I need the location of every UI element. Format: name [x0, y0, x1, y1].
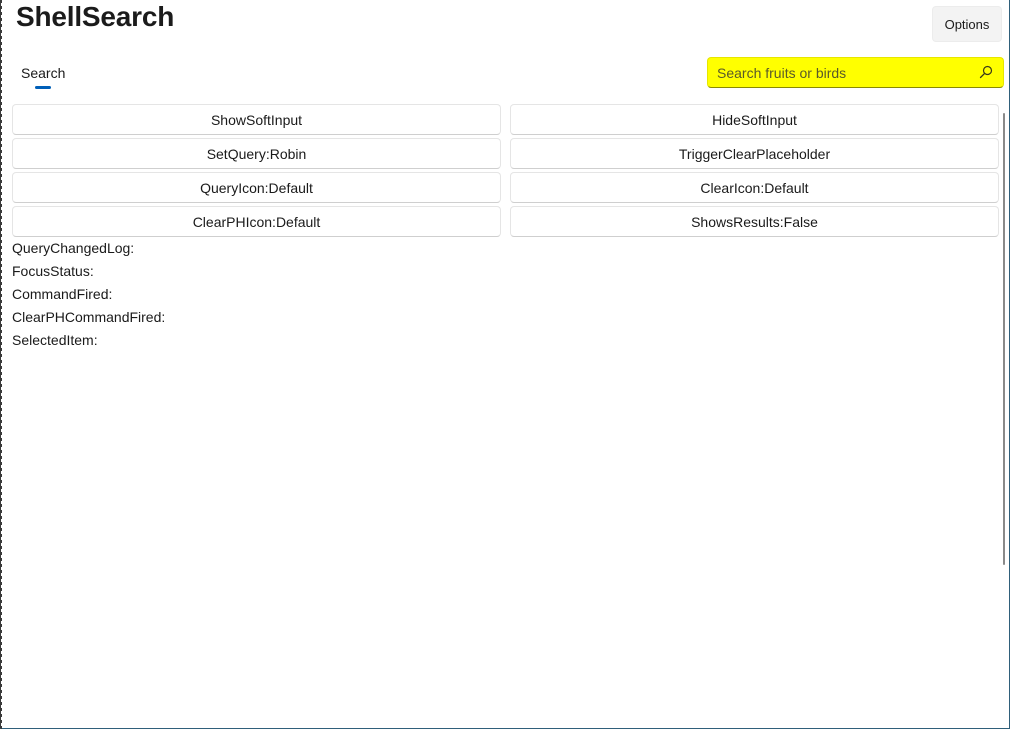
vertical-scrollbar[interactable]	[1003, 113, 1005, 565]
tab-selected-indicator	[35, 86, 51, 89]
tab-search-label: Search	[21, 65, 66, 81]
show-soft-input-button[interactable]: ShowSoftInput	[12, 104, 501, 135]
search-input[interactable]	[717, 63, 967, 83]
page-title: ShellSearch	[16, 1, 175, 32]
search-box[interactable]	[707, 57, 1004, 88]
trigger-clear-placeholder-button[interactable]: TriggerClearPlaceholder	[510, 138, 999, 169]
selected-item-log: SelectedItem:	[12, 332, 98, 348]
focus-status-log: FocusStatus:	[12, 263, 94, 279]
options-button[interactable]: Options	[932, 6, 1002, 42]
shows-results-button[interactable]: ShowsResults:False	[510, 206, 999, 237]
command-fired-log: CommandFired:	[12, 286, 113, 302]
search-icon[interactable]	[978, 64, 994, 80]
tab-search[interactable]: Search	[21, 64, 65, 92]
query-changed-log: QueryChangedLog:	[12, 240, 135, 256]
clear-ph-icon-button[interactable]: ClearPHIcon:Default	[12, 206, 501, 237]
window-left-edge	[1, 0, 2, 729]
query-icon-button[interactable]: QueryIcon:Default	[12, 172, 501, 203]
clear-ph-command-fired-log: ClearPHCommandFired:	[12, 309, 166, 325]
app-window: ShellSearch Options Search ShowSoftInput…	[0, 0, 1010, 729]
set-query-button[interactable]: SetQuery:Robin	[12, 138, 501, 169]
clear-icon-button[interactable]: ClearIcon:Default	[510, 172, 999, 203]
hide-soft-input-button[interactable]: HideSoftInput	[510, 104, 999, 135]
